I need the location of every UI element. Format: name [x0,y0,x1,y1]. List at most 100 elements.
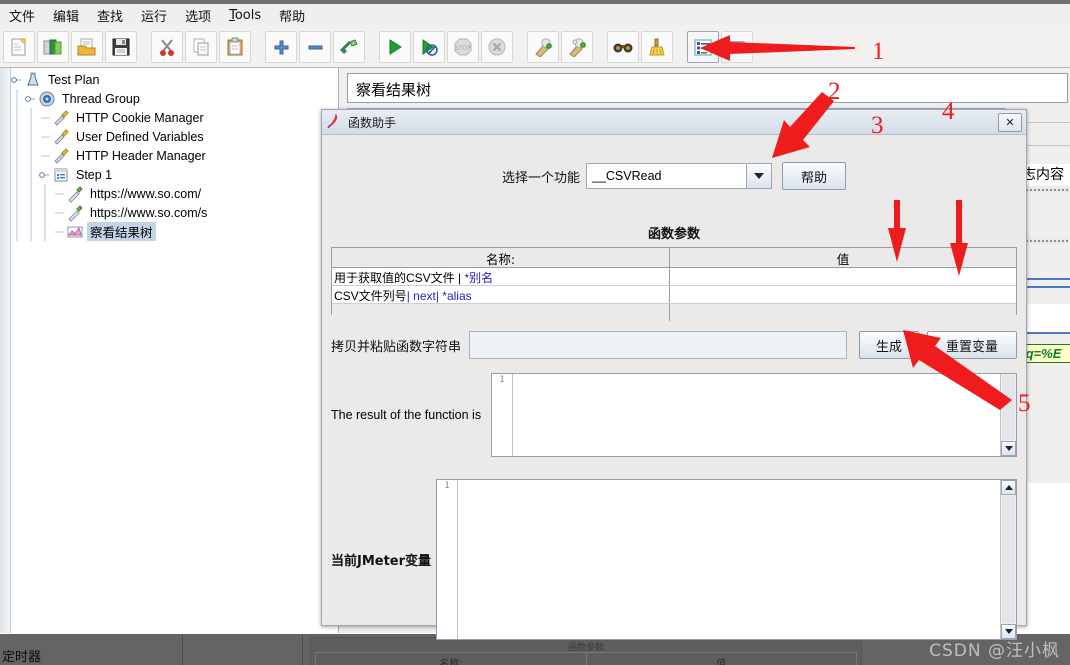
test-plan-icon [24,71,42,89]
tree-node[interactable]: https://www.so.com/s [10,203,210,222]
function-select-row: 选择一个功能 __CSVRead 帮助 [322,161,1026,191]
reset-variables-button[interactable]: 重置变量 [927,331,1017,359]
scroll-up-icon[interactable] [1001,479,1016,495]
open-icon[interactable] [71,30,103,63]
tree-node[interactable]: User Defined Variables [10,127,210,146]
tree-node-label: https://www.so.com/ [90,186,202,201]
tree-indent [24,108,38,127]
generate-button[interactable]: 生成 [859,331,919,359]
tree-branch-line [52,184,66,203]
result-scrollbar[interactable] [1000,374,1016,456]
tree-indent [10,203,24,222]
search-icon[interactable] [607,30,639,63]
selected-function-value: __CSVRead [592,169,662,183]
tree-expand-handle[interactable] [24,89,38,108]
toolbar-separator-6 [675,32,685,62]
menu-item-options[interactable]: 选项 [176,4,220,27]
toolbar-separator-2 [253,32,263,62]
close-icon[interactable]: ✕ [998,112,1022,132]
stop-icon[interactable]: STOP [447,30,479,63]
menu-item-tools[interactable]: Tools [220,6,270,25]
chevron-down-icon[interactable] [746,164,771,188]
copy-icon[interactable] [185,30,217,63]
tree-indent [24,203,38,222]
param-name-cell-1: 用于获取值的CSV文件 | *别名 [332,268,670,285]
function-params-title: 函数参数 [647,227,700,242]
variables-text-area[interactable] [458,479,1000,639]
variables-line-gutter: 1 [437,479,458,639]
result-editor[interactable]: 1 [491,373,1017,457]
table-header-value: 值 [836,252,850,267]
params-table-header: 名称: 值 [332,248,1016,268]
variables-scroll-thumb[interactable] [1002,495,1015,623]
menu-item-run[interactable]: 运行 [132,4,176,27]
tree-indent [10,89,24,108]
dialog-title-bar[interactable]: 函数助手 ✕ [322,110,1026,135]
function-helper-icon[interactable] [687,30,719,63]
menu-item-file[interactable]: 文件 [0,4,44,27]
bottom-table-header-name: 名称: [316,653,587,665]
expand-icon[interactable] [265,30,297,63]
tree-indent [10,184,24,203]
copy-paste-input[interactable] [469,331,847,359]
variables-row: 当前JMeter变量 1 [331,477,1017,641]
annotation-number-2: 2 [828,78,841,105]
tree-indent [24,165,38,184]
tree-node-label: HTTP Header Manager [76,148,206,163]
templates-icon[interactable] [37,30,69,63]
menu-item-help[interactable]: 帮助 [270,4,314,27]
tree-node-label: User Defined Variables [76,129,204,144]
help-button[interactable]: 帮助 [782,162,846,190]
menu-item-search[interactable]: 查找 [88,4,132,27]
start-icon[interactable] [379,30,411,63]
shutdown-icon[interactable] [481,30,513,63]
timer-tree-label: 定时器 [2,650,42,665]
test-plan-tree: Test Plan Thread Group HTTP Cookie Manager… [10,70,210,241]
tree-expand-handle[interactable] [10,70,24,89]
menu-bar: 文件 编辑 查找 运行 选项 Tools 帮助 [0,4,1070,27]
annotation-number-4: 4 [942,98,955,125]
menu-item-edit[interactable]: 编辑 [44,4,88,27]
tree-node[interactable]: HTTP Header Manager [10,146,210,165]
result-row: The result of the function is 1 [331,373,1017,457]
tree-node[interactable]: HTTP Cookie Manager [10,108,210,127]
listener-icon [66,223,84,241]
help-icon[interactable] [721,30,753,63]
tree-node[interactable]: Test Plan [10,70,210,89]
param-value-cell-1[interactable] [670,268,1016,285]
save-icon[interactable] [105,30,137,63]
clear-all-icon[interactable] [561,30,593,63]
tree-node[interactable]: https://www.so.com/ [10,184,210,203]
param-value-cell-2[interactable] [670,286,1016,303]
reset-search-icon[interactable] [641,30,673,63]
tree-node-label: https://www.so.com/s [90,205,208,220]
tree-branch-line [38,146,52,165]
tree-node[interactable]: Step 1 [10,165,210,184]
tree-node[interactable]: 察看结果树 [10,222,210,241]
table-row[interactable]: 用于获取值的CSV文件 | *别名 [332,268,1016,286]
variables-editor[interactable]: 1 [436,478,1017,640]
tree-node[interactable]: Thread Group [10,89,210,108]
tree-indent [10,146,24,165]
collapse-icon[interactable] [299,30,331,63]
table-row[interactable]: CSV文件列号| next| *alias [332,286,1016,304]
paste-icon[interactable] [219,30,251,63]
jmeter-function-helper-screenshot: 文件 编辑 查找 运行 选项 Tools 帮助 STOP Test Plan T… [0,0,1070,665]
cut-icon[interactable] [151,30,183,63]
tree-branch-line [38,108,52,127]
clear-icon[interactable] [527,30,559,63]
test-plan-tree-pane: Test Plan Thread Group HTTP Cookie Manager… [0,68,339,633]
tree-expand-handle[interactable] [38,165,52,184]
start-no-pause-icon[interactable] [413,30,445,63]
function-select-dropdown[interactable]: __CSVRead [586,163,772,189]
config-icon [52,128,70,146]
scroll-down-icon[interactable] [1001,623,1016,639]
variables-scrollbar[interactable] [1000,479,1016,639]
result-scroll-thumb[interactable] [1002,375,1015,440]
scroll-down-icon[interactable] [1001,441,1016,456]
new-icon[interactable] [3,30,35,63]
result-text-area[interactable] [513,374,1000,456]
tree-node-label: 察看结果树 [87,222,156,241]
toggle-icon[interactable] [333,30,365,63]
annotation-number-1: 1 [872,38,885,65]
